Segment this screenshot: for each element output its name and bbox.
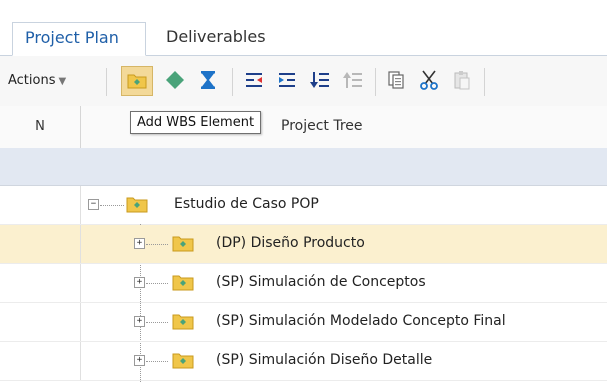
move-down-icon: [310, 72, 329, 88]
tree-row[interactable]: − Estudio de Caso POP: [0, 186, 607, 225]
add-wbs-element-button[interactable]: [121, 66, 153, 96]
wbs-folder-icon: [127, 74, 147, 89]
move-up-button[interactable]: [338, 66, 370, 96]
row-number-cell: [0, 264, 81, 302]
tree-connector: [146, 361, 168, 363]
expand-toggle[interactable]: +: [134, 238, 145, 249]
indent-button[interactable]: [272, 66, 304, 96]
toolbar-separator: [484, 68, 485, 96]
tree-connector: [100, 205, 124, 207]
actions-menu[interactable]: Actions ▼: [8, 73, 66, 88]
row-number-cell: [0, 342, 81, 380]
add-activity-button[interactable]: [193, 66, 225, 96]
wbs-folder-icon: [126, 197, 148, 213]
outdent-button[interactable]: [239, 66, 271, 96]
move-up-icon: [343, 72, 362, 88]
tree-row[interactable]: + (SP) Simulación de Conceptos: [0, 264, 607, 303]
row-label: (SP) Simulación Diseño Detalle: [216, 352, 433, 368]
tree-connector: [146, 322, 168, 324]
wbs-folder-icon: [172, 236, 194, 252]
row-label: Estudio de Caso POP: [174, 196, 319, 212]
copy-button[interactable]: [381, 66, 413, 96]
tree-row-selected[interactable]: + (DP) Diseño Producto: [0, 225, 607, 264]
hourglass-icon: [201, 71, 215, 89]
tab-project-plan[interactable]: Project Plan: [12, 22, 146, 56]
column-header-n[interactable]: N: [0, 106, 81, 148]
wbs-folder-icon: [172, 314, 194, 330]
grid-header: N Project Tree: [0, 106, 607, 149]
row-label: (SP) Simulación de Conceptos: [216, 274, 426, 290]
wbs-folder-icon: [172, 353, 194, 369]
column-header-project-tree[interactable]: Project Tree: [281, 118, 363, 134]
caret-down-icon: ▼: [58, 76, 67, 87]
collapse-toggle[interactable]: −: [88, 199, 99, 210]
wbs-folder-icon: [172, 275, 194, 291]
toolbar-separator: [375, 68, 376, 96]
tab-deliverables[interactable]: Deliverables: [154, 22, 278, 56]
paste-icon: [454, 71, 470, 90]
tree-row[interactable]: + (SP) Simulación Diseño Detalle: [0, 342, 607, 381]
move-down-button[interactable]: [305, 66, 337, 96]
expand-toggle[interactable]: +: [134, 277, 145, 288]
filter-row[interactable]: [0, 148, 607, 186]
toolbar: Actions ▼: [0, 56, 607, 107]
toolbar-separator: [106, 68, 107, 96]
row-number-cell: [0, 186, 81, 224]
expand-toggle[interactable]: +: [134, 316, 145, 327]
add-milestone-button[interactable]: [160, 66, 192, 96]
row-number-cell: [0, 303, 81, 341]
tree-connector: [146, 283, 168, 285]
outdent-icon: [246, 73, 262, 87]
tooltip: Add WBS Element: [130, 111, 262, 134]
cut-icon: [420, 70, 438, 90]
row-number-cell: [0, 225, 81, 263]
paste-button[interactable]: [447, 66, 479, 96]
row-label: (DP) Diseño Producto: [216, 235, 365, 251]
actions-label: Actions: [8, 73, 56, 88]
tree-connector: [146, 244, 168, 246]
expand-toggle[interactable]: +: [134, 355, 145, 366]
row-label: (SP) Simulación Modelado Concepto Final: [216, 313, 506, 329]
copy-icon: [388, 71, 404, 89]
tree-row[interactable]: + (SP) Simulación Modelado Concepto Fina…: [0, 303, 607, 342]
cut-button[interactable]: [414, 66, 446, 96]
diamond-icon: [166, 71, 184, 89]
indent-icon: [279, 73, 295, 87]
toolbar-separator: [232, 68, 233, 96]
tab-bar: Project Plan Deliverables: [0, 0, 607, 56]
